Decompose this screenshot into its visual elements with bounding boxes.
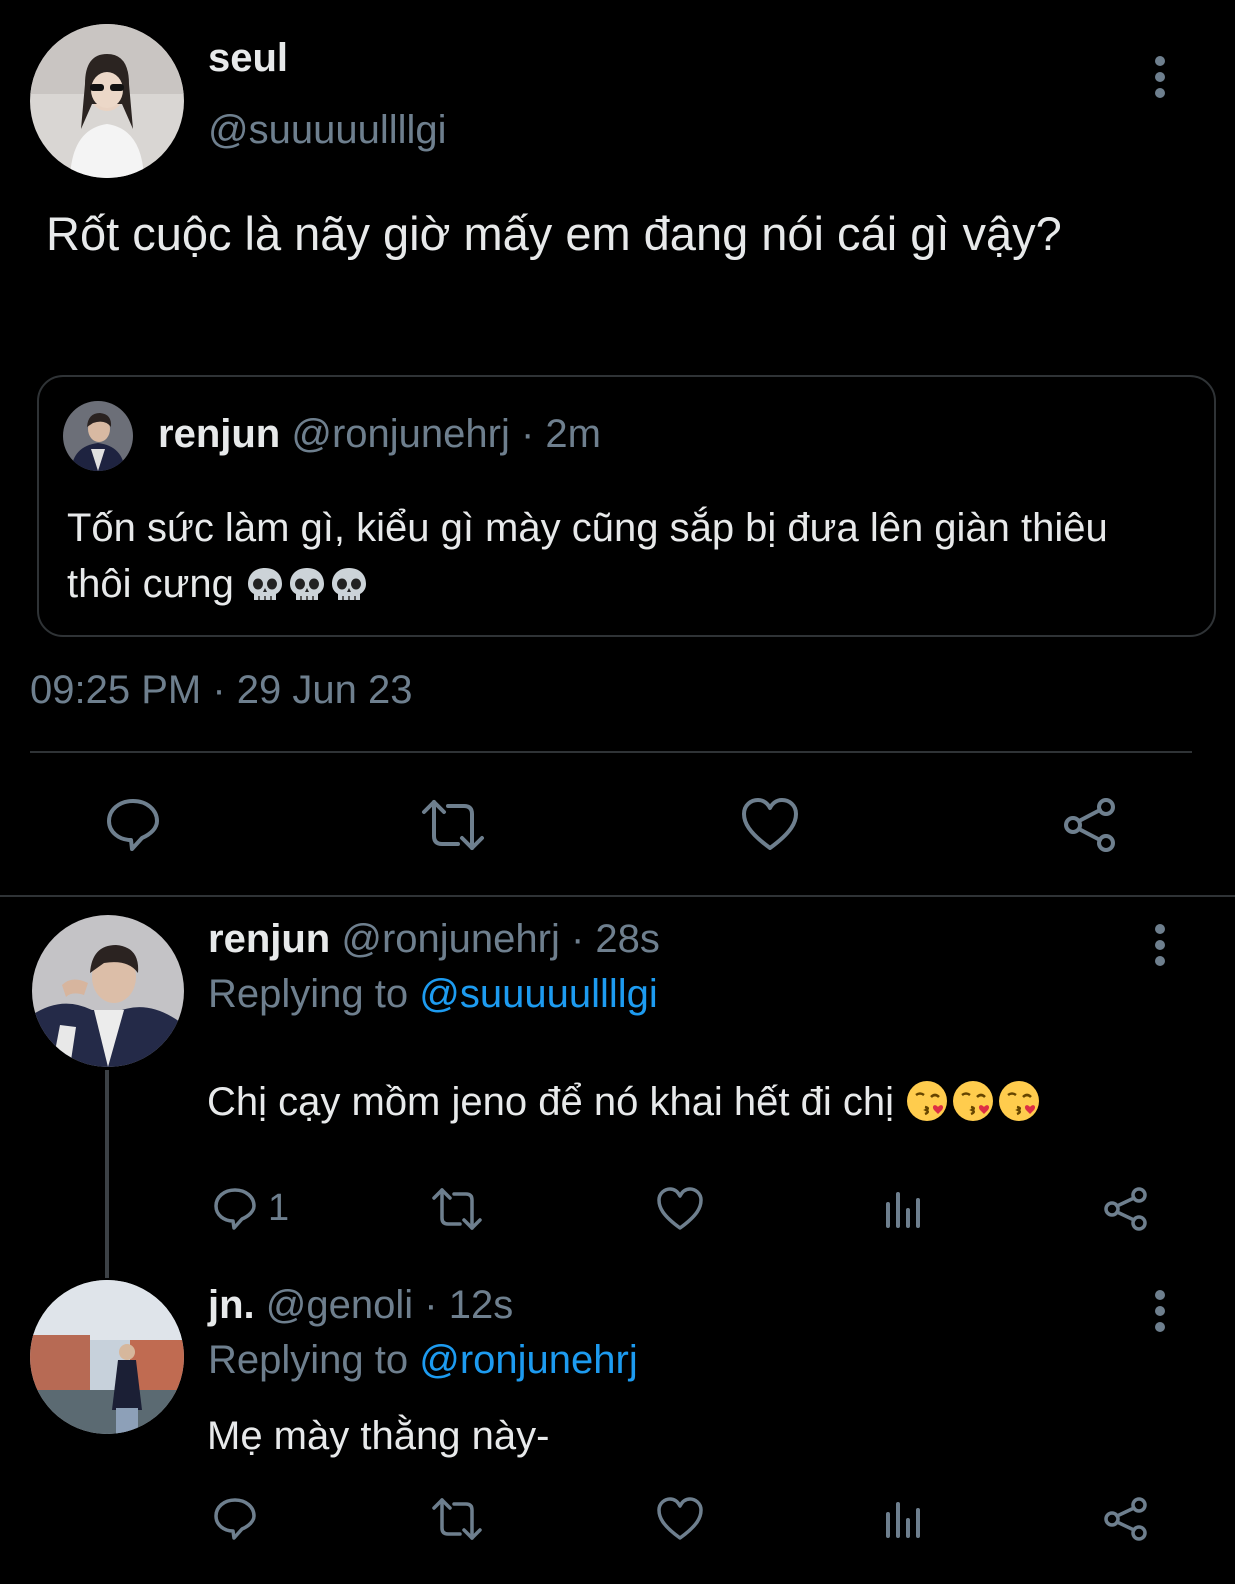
kissing-heart-emoji-group (905, 1080, 1043, 1124)
quoted-tweet-text-block: Tốn sức làm gì, kiểu gì mày cũng sắp bị … (67, 500, 1147, 612)
retweet-icon[interactable] (430, 1496, 484, 1542)
quoted-author-handle[interactable]: @ronjunehrj (291, 412, 510, 456)
analytics-icon[interactable] (884, 1190, 924, 1230)
skull-emoji-icon (248, 568, 282, 600)
replying-to-label: Replying to (208, 1338, 409, 1382)
skull-emoji-icon (332, 568, 366, 600)
reply-time: · 28s (570, 917, 660, 961)
reply-header: renjun @ronjunehrj · 28s (208, 917, 660, 962)
reply-count: 1 (268, 1187, 290, 1229)
divider (30, 751, 1192, 753)
more-options-icon[interactable] (1154, 1290, 1166, 1338)
replying-to-link[interactable]: @ronjunehrj (419, 1338, 638, 1382)
quoted-tweet-text: Tốn sức làm gì, kiểu gì mày cũng sắp bị … (67, 506, 1108, 606)
kissing-heart-emoji-icon (953, 1081, 994, 1121)
quoted-tweet-header: renjun @ronjunehrj · 2m (158, 412, 601, 457)
tweet-timestamp[interactable]: 09:25 PM · 29 Jun 23 (30, 668, 412, 713)
author-name[interactable]: seul (208, 36, 288, 81)
skull-emoji-group (245, 562, 371, 606)
divider (0, 895, 1235, 897)
replying-to-label: Replying to (208, 972, 409, 1016)
author-avatar[interactable] (30, 24, 184, 178)
kissing-heart-emoji-icon (907, 1081, 948, 1121)
reply-avatar[interactable] (30, 1280, 184, 1434)
retweet-icon[interactable] (418, 796, 488, 854)
reply-header: jn. @genoli · 12s (208, 1283, 513, 1328)
reply-author-handle[interactable]: @ronjunehrj (341, 917, 560, 961)
replying-to-link[interactable]: @suuuuullllgi (419, 972, 658, 1016)
skull-emoji-icon (290, 568, 324, 600)
reply-text: Mẹ mày thằng này- (207, 1414, 550, 1458)
author-handle[interactable]: @suuuuullllgi (208, 108, 447, 153)
replying-to-line: Replying to @suuuuullllgi (208, 972, 658, 1017)
share-icon[interactable] (1060, 796, 1120, 854)
reply-icon[interactable] (212, 1186, 258, 1232)
thread-line (105, 1070, 109, 1278)
more-options-icon[interactable] (1154, 924, 1166, 972)
quoted-author-avatar (63, 401, 133, 471)
share-icon[interactable] (1102, 1186, 1150, 1232)
quoted-time: · 2m (520, 412, 601, 456)
more-options-icon[interactable] (1154, 56, 1166, 104)
reply-icon[interactable] (212, 1496, 258, 1542)
reply-author-name[interactable]: jn. (208, 1283, 255, 1327)
tweet-text: Rốt cuộc là nãy giờ mấy em đang nói cái … (46, 207, 1062, 260)
like-icon[interactable] (656, 1186, 704, 1232)
reply-author-handle[interactable]: @genoli (266, 1283, 413, 1327)
reply-icon[interactable] (104, 796, 162, 854)
replying-to-line: Replying to @ronjunehrj (208, 1338, 638, 1383)
reply-author-name[interactable]: renjun (208, 917, 330, 961)
quoted-author-name[interactable]: renjun (158, 412, 280, 456)
share-icon[interactable] (1102, 1496, 1150, 1542)
kissing-heart-emoji-icon (999, 1081, 1040, 1121)
reply-text-block: Chị cạy mồm jeno để nó khai hết đi chị (207, 1076, 1043, 1128)
like-icon[interactable] (740, 796, 800, 854)
retweet-icon[interactable] (430, 1186, 484, 1232)
reply-time: · 12s (424, 1283, 514, 1327)
like-icon[interactable] (656, 1496, 704, 1542)
analytics-icon[interactable] (884, 1500, 924, 1540)
reply-text: Chị cạy mồm jeno để nó khai hết đi chị (207, 1080, 895, 1124)
reply-avatar[interactable] (32, 915, 184, 1067)
